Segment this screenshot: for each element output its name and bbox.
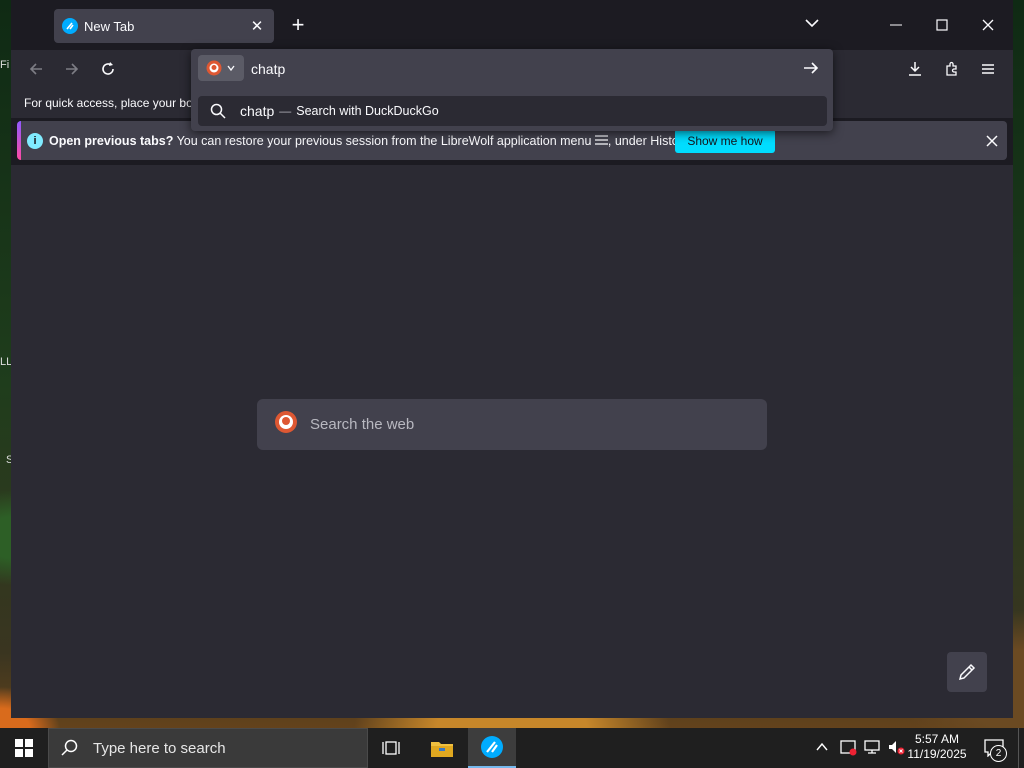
search-suggestion-row[interactable]: chatp — Search with DuckDuckGo (198, 96, 827, 126)
notification-count-badge: 2 (990, 745, 1007, 762)
file-explorer-button[interactable] (418, 728, 466, 768)
tab-new-tab[interactable]: New Tab ✕ (54, 9, 274, 43)
maximize-icon (936, 19, 948, 31)
duckduckgo-icon (274, 410, 298, 439)
system-tray (815, 738, 905, 756)
close-icon (986, 135, 998, 147)
taskbar-clock[interactable]: 5:57 AM 11/19/2025 (904, 732, 970, 762)
new-tab-page: Search the web (11, 165, 1013, 718)
arrow-right-icon (804, 62, 819, 74)
search-engine-selector[interactable] (198, 55, 244, 81)
taskbar-search-placeholder: Type here to search (93, 739, 226, 757)
librewolf-icon (62, 18, 78, 34)
security-icon[interactable] (839, 738, 857, 756)
customize-button[interactable] (947, 652, 987, 692)
chevron-up-icon[interactable] (815, 740, 829, 754)
network-icon[interactable] (863, 738, 881, 756)
close-window-button[interactable] (965, 10, 1011, 40)
windows-taskbar: Type here to search 5:57 AM 11/19/2025 2 (0, 728, 1024, 768)
urlbar-dropdown: chatp — Search with DuckDuckGo (191, 49, 833, 131)
reload-button[interactable] (93, 54, 123, 84)
librewolf-taskbar-button[interactable] (468, 728, 516, 768)
web-search-box[interactable]: Search the web (257, 399, 767, 450)
notification-accent-stripe (17, 121, 21, 160)
forward-button[interactable] (57, 54, 87, 84)
list-all-tabs-button[interactable] (804, 15, 820, 36)
folder-icon (431, 742, 453, 757)
minimize-button[interactable] (873, 10, 919, 40)
minimize-icon (890, 24, 902, 26)
librewolf-icon (481, 736, 503, 758)
clock-time: 5:57 AM (914, 732, 960, 746)
arrow-left-icon (29, 63, 42, 75)
action-center-button[interactable]: 2 (976, 728, 1012, 768)
maximize-button[interactable] (919, 10, 965, 40)
application-menu-button[interactable] (973, 54, 1003, 84)
chevron-down-icon (805, 19, 819, 28)
notification-message: Open previous tabs? You can restore your… (49, 134, 692, 148)
taskbar-search-box[interactable]: Type here to search (48, 728, 368, 768)
search-placeholder: Search the web (310, 416, 415, 433)
suggestion-query: chatp (240, 103, 275, 119)
search-icon (210, 103, 226, 119)
hamburger-menu-icon (982, 64, 994, 74)
show-me-how-button[interactable]: Show me how (675, 129, 775, 153)
duckduckgo-icon (206, 60, 222, 76)
pencil-icon (958, 663, 976, 681)
volume-muted-icon[interactable] (887, 738, 905, 756)
desktop-edge-text: Fi (0, 59, 10, 71)
task-view-icon (382, 741, 400, 755)
puzzle-icon (946, 61, 957, 76)
suggestion-action: Search with DuckDuckGo (296, 104, 439, 118)
suggestion-separator: — (279, 104, 292, 118)
show-desktop-button[interactable] (1018, 728, 1024, 768)
go-button[interactable] (800, 57, 822, 79)
close-icon (982, 19, 994, 31)
chevron-down-icon (227, 65, 235, 72)
windows-logo-icon (15, 739, 33, 757)
info-icon: i (27, 133, 43, 149)
notification-title: Open previous tabs? (49, 134, 174, 148)
clock-date: 11/19/2025 (907, 747, 967, 761)
arrow-right-icon (66, 63, 79, 75)
start-button[interactable] (0, 728, 48, 768)
downloads-button[interactable] (900, 54, 930, 84)
notification-text-1: You can restore your previous session fr… (173, 134, 595, 148)
search-icon (61, 739, 78, 756)
close-notification-button[interactable] (981, 130, 1003, 152)
tab-title: New Tab (84, 18, 135, 34)
bookmarks-hint: For quick access, place your boo (24, 96, 200, 110)
tab-bar: New Tab ✕ + (11, 0, 1013, 50)
extensions-button[interactable] (937, 54, 967, 84)
hamburger-menu-icon (594, 135, 608, 145)
url-input[interactable] (249, 57, 793, 81)
new-tab-button[interactable]: + (287, 14, 309, 36)
download-icon (909, 62, 921, 76)
reload-icon (102, 62, 114, 75)
back-button[interactable] (21, 54, 51, 84)
close-tab-icon[interactable]: ✕ (246, 17, 268, 35)
task-view-button[interactable] (368, 728, 416, 768)
